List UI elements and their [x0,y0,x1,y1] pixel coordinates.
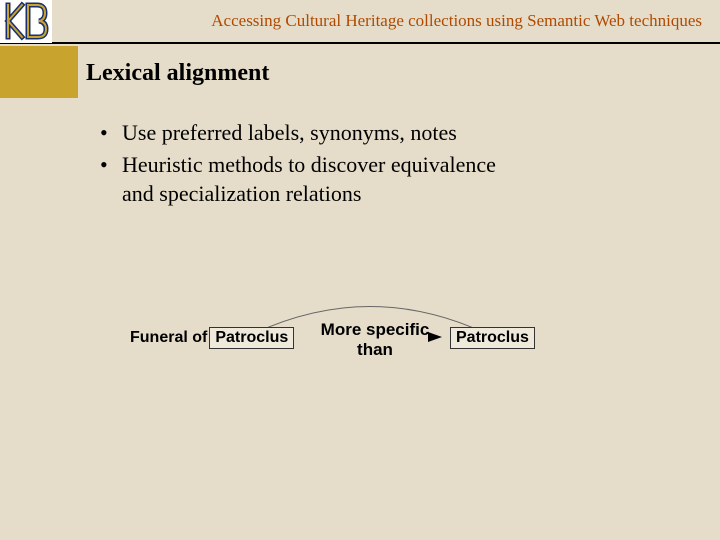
kb-logo [0,0,52,43]
slide-title: Lexical alignment [86,60,269,87]
left-term-box: Patroclus [209,327,294,349]
left-prefix: Funeral of [130,329,207,347]
gold-accent-block [0,46,78,98]
bullet-item: Use preferred labels, synonyms, notes [100,118,520,148]
bullet-list: Use preferred labels, synonyms, notes He… [100,118,520,211]
bullet-item: Heuristic methods to discover equivalenc… [100,150,520,209]
right-term-box: Patroclus [450,327,535,349]
relation-label: More specific than [315,320,435,359]
alignment-diagram: Funeral of Patroclus More specific than … [130,300,590,370]
header-bar: Accessing Cultural Heritage collections … [0,0,720,44]
arrow-icon [428,332,442,342]
left-concept: Funeral of Patroclus [130,327,294,349]
header-title: Accessing Cultural Heritage collections … [52,11,720,31]
